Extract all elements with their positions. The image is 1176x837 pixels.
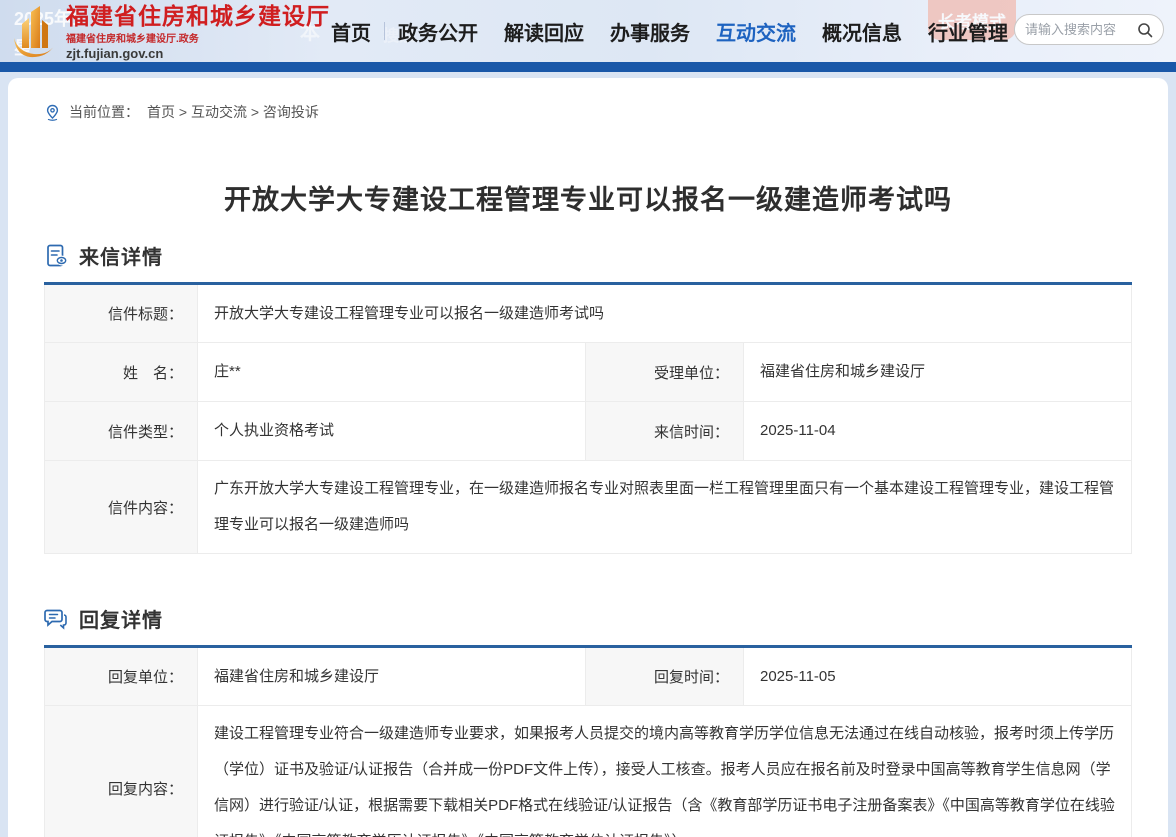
field-value-reply-unit: 福建省住房和城乡建设厅 xyxy=(198,647,586,706)
table-row: 姓 名： 庄** 受理单位： 福建省住房和城乡建设厅 xyxy=(45,343,1132,402)
field-value-subject: 开放大学大专建设工程管理专业可以报名一级建造师考试吗 xyxy=(198,284,1132,343)
field-label-reply-unit: 回复单位： xyxy=(45,647,198,706)
table-row: 信件内容： 广东开放大学大专建设工程管理专业，在一级建造师报名专业对照表里面一栏… xyxy=(45,461,1132,554)
reply-detail-icon xyxy=(44,606,69,631)
location-pin-icon xyxy=(44,104,61,121)
reply-detail-table: 回复单位： 福建省住房和城乡建设厅 回复时间： 2025-11-05 回复内容：… xyxy=(44,645,1132,837)
nav-item-services[interactable]: 办事服务 xyxy=(597,17,703,46)
table-row: 回复内容： 建设工程管理专业符合一级建造师专业要求，如果报考人员提交的境内高等教… xyxy=(45,706,1132,837)
field-label-reply-time: 回复时间： xyxy=(586,647,744,706)
nav-item-interaction[interactable]: 互动交流 xyxy=(703,17,809,46)
site-subtitle: 福建省住房和城乡建设厅.政务 xyxy=(66,30,330,45)
building-logo-icon xyxy=(8,4,62,60)
header-divider-bar xyxy=(0,62,1176,72)
table-row: 回复单位： 福建省住房和城乡建设厅 回复时间： 2025-11-05 xyxy=(45,647,1132,706)
breadcrumb: 当前位置： 首页 > 互动交流 > 咨询投诉 xyxy=(44,78,1132,122)
page-title: 开放大学大专建设工程管理专业可以报名一级建造师考试吗 xyxy=(44,178,1132,217)
breadcrumb-path[interactable]: 首页 > 互动交流 > 咨询投诉 xyxy=(147,102,319,122)
field-value-reply-content: 建设工程管理专业符合一级建造师专业要求，如果报考人员提交的境内高等教育学历学位信… xyxy=(198,706,1132,837)
letter-section-header: 来信详情 xyxy=(44,241,1132,270)
table-row: 信件类型： 个人执业资格考试 来信时间： 2025-11-04 xyxy=(45,402,1132,461)
reply-section-header: 回复详情 xyxy=(44,604,1132,633)
field-label-reply-content: 回复内容： xyxy=(45,706,198,837)
site-logo[interactable]: 福建省住房和城乡建设厅 福建省住房和城乡建设厅.政务 zjt.fujian.go… xyxy=(8,3,330,61)
site-header: 2025年1 星 本 搜索 长者模式 福建省住房和城乡建设厅 福建省住房和城乡建… xyxy=(0,0,1176,62)
field-label-name: 姓 名： xyxy=(45,343,198,402)
nav-item-home[interactable]: 首页 xyxy=(318,17,384,46)
field-label-subject: 信件标题： xyxy=(45,284,198,343)
letter-detail-table: 信件标题： 开放大学大专建设工程管理专业可以报名一级建造师考试吗 姓 名： 庄*… xyxy=(44,282,1132,554)
search-icon[interactable] xyxy=(1137,22,1153,38)
site-title: 福建省住房和城乡建设厅 xyxy=(66,3,330,29)
table-row: 信件标题： 开放大学大专建设工程管理专业可以报名一级建造师考试吗 xyxy=(45,284,1132,343)
breadcrumb-label: 当前位置： xyxy=(69,102,139,122)
field-value-reply-time: 2025-11-05 xyxy=(744,647,1132,706)
site-domain: zjt.fujian.gov.cn xyxy=(66,46,330,61)
logo-text-block: 福建省住房和城乡建设厅 福建省住房和城乡建设厅.政务 zjt.fujian.go… xyxy=(66,3,330,61)
reply-section-title: 回复详情 xyxy=(79,604,163,633)
nav-item-gov-info[interactable]: 政务公开 xyxy=(385,17,491,46)
nav-item-industry[interactable]: 行业管理 xyxy=(915,17,1021,46)
content-card: 当前位置： 首页 > 互动交流 > 咨询投诉 开放大学大专建设工程管理专业可以报名… xyxy=(8,78,1168,837)
field-label-type: 信件类型： xyxy=(45,402,198,461)
nav-item-overview[interactable]: 概况信息 xyxy=(809,17,915,46)
field-label-date: 来信时间： xyxy=(586,402,744,461)
field-label-agency: 受理单位： xyxy=(586,343,744,402)
field-value-date: 2025-11-04 xyxy=(744,402,1132,461)
letter-section-title: 来信详情 xyxy=(79,241,163,270)
field-value-content: 广东开放大学大专建设工程管理专业，在一级建造师报名专业对照表里面一栏工程管理里面… xyxy=(198,461,1132,554)
search-box[interactable] xyxy=(1014,14,1164,45)
nav-item-interpretation[interactable]: 解读回应 xyxy=(491,17,597,46)
field-value-agency: 福建省住房和城乡建设厅 xyxy=(744,343,1132,402)
letter-detail-icon xyxy=(44,243,69,268)
field-value-name: 庄** xyxy=(198,343,586,402)
field-label-content: 信件内容： xyxy=(45,461,198,554)
field-value-type: 个人执业资格考试 xyxy=(198,402,586,461)
main-nav: 首页 政务公开 解读回应 办事服务 互动交流 概况信息 行业管理 xyxy=(318,0,1021,62)
search-input[interactable] xyxy=(1025,22,1137,37)
